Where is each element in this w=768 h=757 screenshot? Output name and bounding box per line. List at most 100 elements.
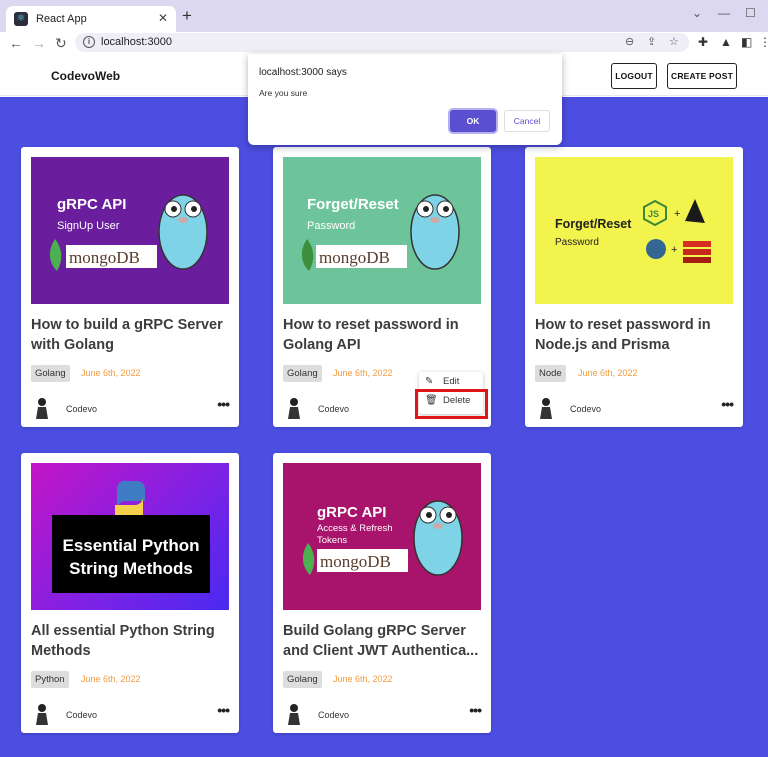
avatar xyxy=(36,704,48,725)
avatar xyxy=(36,398,48,419)
brand-logo[interactable]: CodevoWeb xyxy=(51,69,120,83)
thumb-line1: gRPC API xyxy=(317,504,386,521)
prisma-icon xyxy=(685,199,705,223)
edit-menu-item[interactable]: ✎ Edit xyxy=(425,376,459,387)
author-name: Codevo xyxy=(570,404,602,414)
gopher-icon xyxy=(410,194,460,270)
mongo-leaf-icon xyxy=(301,239,314,271)
thumb-line1: gRPC API xyxy=(57,196,126,213)
thumb-line1: Forget/Reset xyxy=(555,217,632,231)
thumb-logo: mongoDB xyxy=(69,248,140,267)
post-card[interactable]: gRPC API SignUp User mongoDB How to buil… xyxy=(21,147,239,427)
post-tag[interactable]: Golang xyxy=(283,671,322,688)
pencil-icon: ✎ xyxy=(425,376,434,387)
thumb-line2: SignUp User xyxy=(57,220,120,232)
post-title[interactable]: All essential Python String Methods xyxy=(31,621,231,661)
post-thumbnail[interactable]: Forget/Reset Password mongoDB xyxy=(283,157,481,304)
thumb-line2: Password xyxy=(307,220,355,232)
edit-label: Edit xyxy=(443,376,460,387)
author-name: Codevo xyxy=(66,404,98,414)
post-card[interactable]: Essential Python String Methods All esse… xyxy=(21,453,239,733)
info-icon[interactable]: i xyxy=(83,36,95,48)
dialog-message: Are you sure xyxy=(259,88,308,98)
thumb-logo: mongoDB xyxy=(319,248,390,267)
reload-icon[interactable]: ↻ xyxy=(55,35,67,51)
mongo-leaf-icon xyxy=(302,543,315,575)
author-name: Codevo xyxy=(66,710,98,720)
cancel-button[interactable]: Cancel xyxy=(504,110,550,132)
post-tag[interactable]: Golang xyxy=(31,365,70,382)
svg-text:+: + xyxy=(671,244,677,256)
gopher-icon xyxy=(413,500,463,576)
redis-icon xyxy=(683,241,711,263)
thumb-logo: mongoDB xyxy=(320,552,391,571)
more-options-icon[interactable]: ••• xyxy=(721,396,734,412)
address-toolbar: ← → ↻ i localhost:3000 ⊖ ⇪ ☆ ✚ ▲ ◧ ⋮ xyxy=(0,32,768,54)
svg-text:+: + xyxy=(674,208,680,220)
bookmark-star-icon[interactable]: ☆ xyxy=(669,35,679,48)
chevron-down-icon[interactable]: ⌄ xyxy=(692,6,702,20)
thumb-js-label: JS xyxy=(648,209,659,219)
post-tag[interactable]: Node xyxy=(535,365,566,382)
post-thumbnail[interactable]: gRPC API Access & Refresh Tokens mongoDB xyxy=(283,463,481,610)
author-name: Codevo xyxy=(318,710,350,720)
author-name: Codevo xyxy=(318,404,350,414)
tab-close-icon[interactable]: ✕ xyxy=(158,11,168,25)
post-title[interactable]: How to reset password in Golang API xyxy=(283,315,483,355)
tab-title: React App xyxy=(36,13,87,25)
post-title[interactable]: Build Golang gRPC Server and Client JWT A… xyxy=(283,621,483,661)
confirm-dialog: localhost:3000 says Are you sure OK Canc… xyxy=(248,54,562,145)
postgres-icon xyxy=(646,239,666,259)
extensions-icon[interactable]: ✚ xyxy=(698,35,708,49)
post-card[interactable]: gRPC API Access & Refresh Tokens mongoDB… xyxy=(273,453,491,733)
new-tab-button[interactable]: + xyxy=(182,7,192,25)
omnibox[interactable]: i localhost:3000 ⊖ ⇪ ☆ xyxy=(75,33,689,52)
browser-tab-bar: ⚛ React App ✕ + ⌄ — ☐ xyxy=(0,0,768,32)
logout-button[interactable]: LOGOUT xyxy=(611,63,657,89)
more-options-icon[interactable]: ••• xyxy=(469,702,482,718)
maximize-button[interactable]: ☐ xyxy=(745,6,756,20)
post-card[interactable]: Forget/Reset Password JS + + How to rese… xyxy=(525,147,743,427)
post-thumbnail[interactable]: Essential Python String Methods xyxy=(31,463,229,610)
delete-highlight-box xyxy=(415,389,488,419)
post-tag[interactable]: Python xyxy=(31,671,69,688)
create-post-button[interactable]: CREATE POST xyxy=(667,63,737,89)
post-thumbnail[interactable]: gRPC API SignUp User mongoDB xyxy=(31,157,229,304)
post-date: June 6th, 2022 xyxy=(578,368,638,378)
minimize-button[interactable]: — xyxy=(718,6,730,20)
more-options-icon[interactable]: ••• xyxy=(217,396,230,412)
post-date: June 6th, 2022 xyxy=(81,368,141,378)
avatar xyxy=(288,398,300,419)
post-date: June 6th, 2022 xyxy=(81,674,141,684)
post-title[interactable]: How to reset password in Node.js and Pris… xyxy=(535,315,735,355)
post-thumbnail[interactable]: Forget/Reset Password JS + + xyxy=(535,157,733,304)
gopher-icon xyxy=(158,194,208,270)
more-options-icon[interactable]: ••• xyxy=(217,702,230,718)
post-date: June 6th, 2022 xyxy=(333,368,393,378)
thumb-line1: Forget/Reset xyxy=(307,196,399,213)
react-icon: ⚛ xyxy=(14,12,28,26)
forward-icon[interactable]: → xyxy=(32,35,46,51)
avatar xyxy=(540,398,552,419)
zoom-icon[interactable]: ⊖ xyxy=(625,35,634,48)
sidepanel-icon[interactable]: ◧ xyxy=(741,35,752,49)
browser-tab[interactable]: ⚛ React App ✕ xyxy=(6,6,176,32)
flask-icon[interactable]: ▲ xyxy=(720,35,732,49)
post-date: June 6th, 2022 xyxy=(333,674,393,684)
share-icon[interactable]: ⇪ xyxy=(647,35,656,48)
dialog-title: localhost:3000 says xyxy=(259,67,347,78)
thumb-line2: String Methods xyxy=(69,559,193,578)
nodejs-icon: JS xyxy=(643,199,667,227)
ok-button[interactable]: OK xyxy=(450,110,496,132)
thumb-line3: Tokens xyxy=(317,535,347,546)
menu-dots-icon[interactable]: ⋮ xyxy=(759,35,768,49)
thumb-line2: Access & Refresh xyxy=(317,523,393,534)
url-text[interactable]: localhost:3000 xyxy=(101,36,172,48)
mongo-leaf-icon xyxy=(49,239,62,271)
post-tag[interactable]: Golang xyxy=(283,365,322,382)
post-title[interactable]: How to build a gRPC Server with Golang xyxy=(31,315,231,355)
thumb-line1: Essential Python xyxy=(63,536,200,555)
avatar xyxy=(288,704,300,725)
thumb-line2: Password xyxy=(555,237,599,248)
back-icon[interactable]: ← xyxy=(9,35,23,51)
